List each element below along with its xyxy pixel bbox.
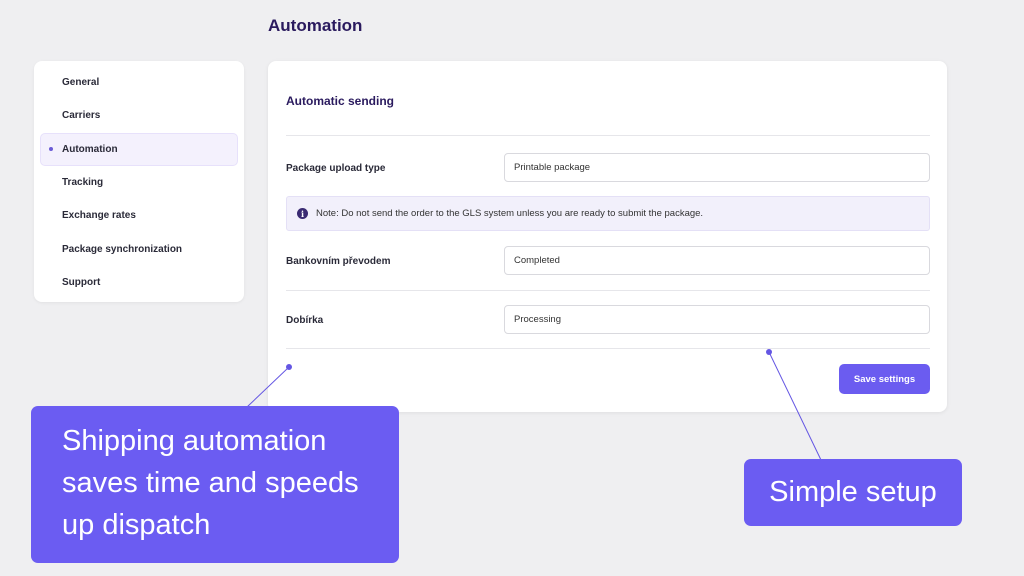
right-connector-line xyxy=(768,351,822,461)
left-pointer-dot xyxy=(286,364,292,370)
right-pointer-dot xyxy=(766,349,772,355)
callout-shipping-automation: Shipping automation saves time and speed… xyxy=(31,406,399,563)
callout-simple-setup: Simple setup xyxy=(744,459,962,526)
left-connector-line xyxy=(246,366,290,408)
